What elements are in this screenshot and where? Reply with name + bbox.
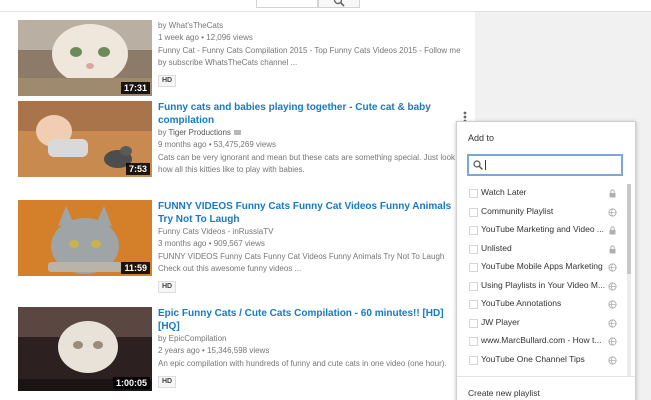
search-button[interactable] [318,0,360,8]
playlist-checkbox[interactable] [469,355,478,365]
playlist-checkbox[interactable] [469,337,478,346]
globe-icon [608,337,617,346]
globe-icon [608,281,617,291]
playlist-item[interactable]: JW Player [457,314,625,333]
playlist-item[interactable]: Using Playlists in Your Video M... [457,277,625,296]
video-duration: 17:31 [120,82,150,94]
search-icon [473,160,483,170]
globe-icon [608,263,617,272]
playlist-checkbox[interactable] [469,207,478,217]
top-bar [0,0,651,12]
channel-name[interactable]: Funny Cats Videos - inRussiaTV [158,226,464,238]
playlist-item[interactable]: YouTube Annotations [457,295,625,314]
video-thumbnail[interactable]: 17:31 [18,20,152,96]
playlist-item[interactable]: Community Playlist [457,203,625,222]
video-duration: 7:53 [125,163,150,175]
byline-prefix: by [158,128,167,137]
playlist-label: www.MarcBullard.com - How t... [481,335,602,345]
playlist-checkbox[interactable] [469,281,478,291]
channel-name[interactable]: by What'sTheCats [158,20,464,32]
video-meta: 2 years ago • 15,346,598 views [158,346,270,355]
hd-badge: HD [158,75,177,87]
playlist-item[interactable]: Watch Later [457,184,625,203]
video-description: Funny Cat - Funny Cats Compilation 2015 … [158,46,461,67]
video-title[interactable]: FUNNY VIDEOS Funny Cats Funny Cat Videos… [158,200,464,226]
playlist-checkbox[interactable] [469,189,478,198]
video-duration: 11:59 [121,262,150,274]
video-title[interactable]: Epic Funny Cats / Cute Cats Compilation … [158,307,464,333]
playlist-item[interactable]: Unlisted [457,240,625,259]
channel-name[interactable]: Tiger Productions [169,128,231,137]
playlist-checkbox[interactable] [469,318,478,328]
playlist-label: YouTube Annotations [481,298,562,308]
playlist-label: JW Player [481,316,520,327]
playlist-scrollbar-thumb[interactable] [627,184,631,274]
playlist-label: Community Playlist [481,205,554,216]
video-thumbnail[interactable]: 1:00:05 [18,307,152,391]
add-to-playlist-popup: Add to Watch Later Community Playlist Yo… [456,121,636,400]
channel-byline: by Tiger Productions [158,127,464,139]
text-cursor [485,160,486,170]
playlist-label: Unlisted [481,242,512,253]
playlist-checkbox[interactable] [469,300,478,309]
search-input[interactable] [256,0,318,8]
video-description: FUNNY VIDEOS Funny Cats Funny Cat Videos… [158,252,445,273]
playlist-label: Using Playlists in Your Video M... [481,279,606,290]
video-duration: 1:00:05 [112,377,150,389]
playlist-checkbox[interactable] [469,263,478,272]
video-thumbnail[interactable]: 11:59 [18,200,152,276]
playlist-item[interactable]: YouTube Marketing and Video ... [457,221,625,240]
playlist-label: Watch Later [481,187,527,197]
playlist-item[interactable]: www.MarcBullard.com - How t... [457,332,625,351]
globe-icon [608,300,617,309]
video-description: Cats can be very ignorant and mean but t… [158,153,456,174]
lock-icon [609,226,616,235]
video-meta: 3 months ago • 909,567 views [158,239,265,248]
video-meta: 9 months ago • 53,475,269 views [158,140,276,149]
playlist-list: Watch Later Community Playlist YouTube M… [457,184,625,369]
verified-icon [233,130,241,136]
hd-badge: HD [158,376,177,388]
playlist-item[interactable]: YouTube One Channel Tips [457,351,625,370]
search-icon [333,0,345,7]
globe-icon [608,318,617,328]
video-meta: 1 week ago • 12,096 views [158,33,253,42]
popup-heading: Add to [468,133,495,143]
popup-divider [457,376,635,377]
playlist-checkbox[interactable] [469,226,478,235]
create-new-playlist-button[interactable]: Create new playlist [468,388,540,398]
playlist-search-input[interactable] [467,154,623,176]
playlist-item[interactable]: YouTube Mobile Apps Marketing [457,258,625,277]
channel-name[interactable]: by EpicCompilation [158,333,464,345]
playlist-label: YouTube Mobile Apps Marketing [481,261,603,271]
globe-icon [608,355,617,365]
playlist-checkbox[interactable] [469,244,478,254]
search-results: 17:31 by What'sTheCats 1 week ago • 12,0… [0,12,475,400]
playlist-label: YouTube Marketing and Video ... [481,224,605,234]
playlist-label: YouTube One Channel Tips [481,353,585,364]
hd-badge: HD [158,281,177,293]
video-description: An epic compilation with hundreds of fun… [158,359,447,368]
lock-icon [609,244,616,253]
globe-icon [608,207,617,217]
video-thumbnail[interactable]: 7:53 [18,101,152,177]
video-title[interactable]: Funny cats and babies playing together -… [158,101,464,127]
lock-icon [609,189,616,198]
